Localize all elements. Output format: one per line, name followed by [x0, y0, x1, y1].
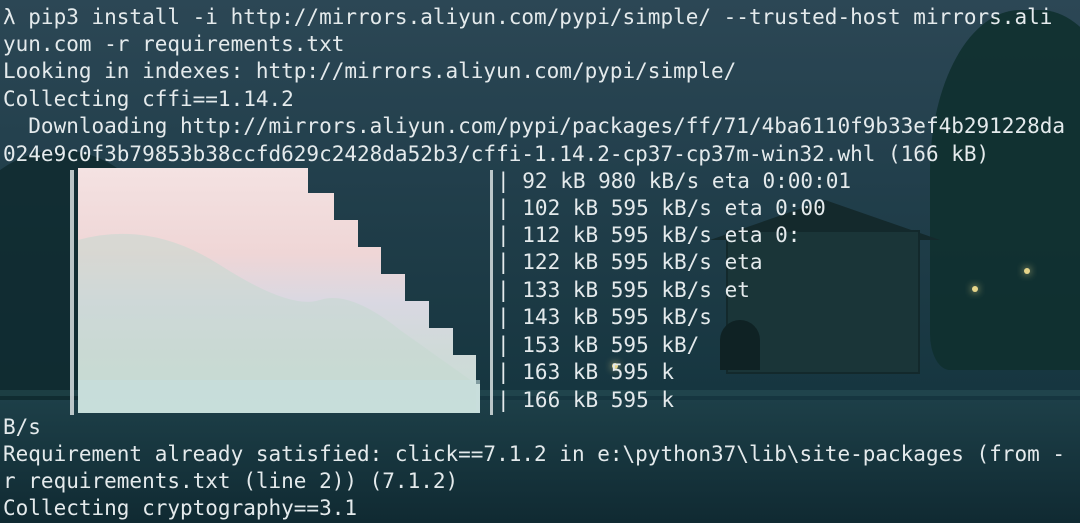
progress-stat-line: | 163 kB 595 k [497, 360, 675, 384]
terminal-line: Downloading http://mirrors.aliyun.com/py… [3, 114, 1066, 138]
terminal-line: Collecting cffi==1.14.2 [3, 87, 294, 111]
terminal-line: Requirement already satisfied: click==7.… [3, 442, 1066, 466]
terminal-line: Looking in indexes: http://mirrors.aliyu… [3, 59, 737, 83]
progress-stat-line: | 153 kB 595 kB/ [497, 333, 700, 357]
terminal-line: B/s [3, 415, 41, 439]
terminal-line: yun.com -r requirements.txt [3, 32, 345, 56]
progress-stat-line: | 92 kB 980 kB/s eta 0:00:01 [497, 169, 852, 193]
progress-stat-line: | 102 kB 595 kB/s eta 0:00 [497, 196, 826, 220]
progress-stat-line: | 143 kB 595 kB/s [497, 305, 712, 329]
terminal-line: r requirements.txt (line 2)) (7.1.2) [3, 469, 459, 493]
terminal-window[interactable]: λ pip3 install -i http://mirrors.aliyun.… [0, 0, 1080, 523]
terminal-line: 024e9c0f3b79853b38ccfd629c2428da52b3/cff… [3, 142, 990, 166]
progress-stat-line: | 166 kB 595 k [497, 388, 675, 412]
progress-stat-line: | 112 kB 595 kB/s eta 0: [497, 223, 801, 247]
terminal-line-command: λ pip3 install -i http://mirrors.aliyun.… [3, 5, 1053, 29]
progress-stat-line: | 133 kB 595 kB/s et [497, 278, 750, 302]
terminal-line: Collecting cryptography==3.1 [3, 496, 358, 520]
progress-stat-line: | 122 kB 595 kB/s eta [497, 250, 763, 274]
